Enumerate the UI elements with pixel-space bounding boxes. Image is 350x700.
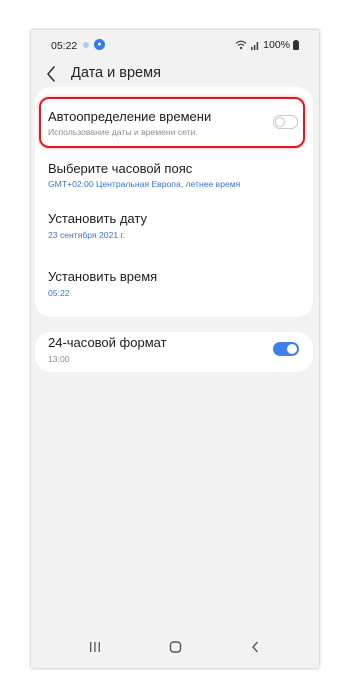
timezone-value: GMT+02:00 Центральная Европа, летнее вре… [48,179,241,189]
app-notification-icon: ● [94,39,105,50]
navigation-bar [31,630,319,668]
battery-icon [293,40,299,50]
back-arrow-icon[interactable] [45,64,65,88]
timezone-row[interactable]: Выберите часовой пояс GMT+02:00 Централь… [35,145,313,201]
battery-percent: 100% [263,39,290,51]
set-date-row[interactable]: Установить дату 23 сентября 2021 г. [35,201,313,257]
status-indicators: 100% [235,39,299,51]
set-date-value: 23 сентября 2021 г. [48,230,125,240]
signal-icon [251,42,259,50]
home-icon[interactable] [169,640,182,659]
24h-format-row[interactable]: 24-часовой формат 13:00 [35,332,313,372]
24h-format-subtitle: 13:00 [48,354,70,364]
set-time-row[interactable]: Установить время 05:22 [35,257,313,313]
notification-dot-icon [83,42,89,48]
highlight-box [39,97,305,148]
timezone-title: Выберите часовой пояс [48,161,193,176]
24h-format-title: 24-часовой формат [48,335,167,350]
status-time: 05:22 [51,40,78,52]
wifi-icon [235,40,247,50]
set-date-title: Установить дату [48,211,147,226]
status-bar: 05:22 ● 100% [31,30,319,60]
24h-format-toggle[interactable] [273,342,299,356]
recent-apps-icon[interactable] [89,640,101,659]
set-time-value: 05:22 [48,288,70,298]
page-title: Дата и время [71,65,161,81]
back-icon[interactable] [250,640,260,659]
set-time-title: Установить время [48,269,158,284]
format-card: 24-часовой формат 13:00 [35,332,313,372]
